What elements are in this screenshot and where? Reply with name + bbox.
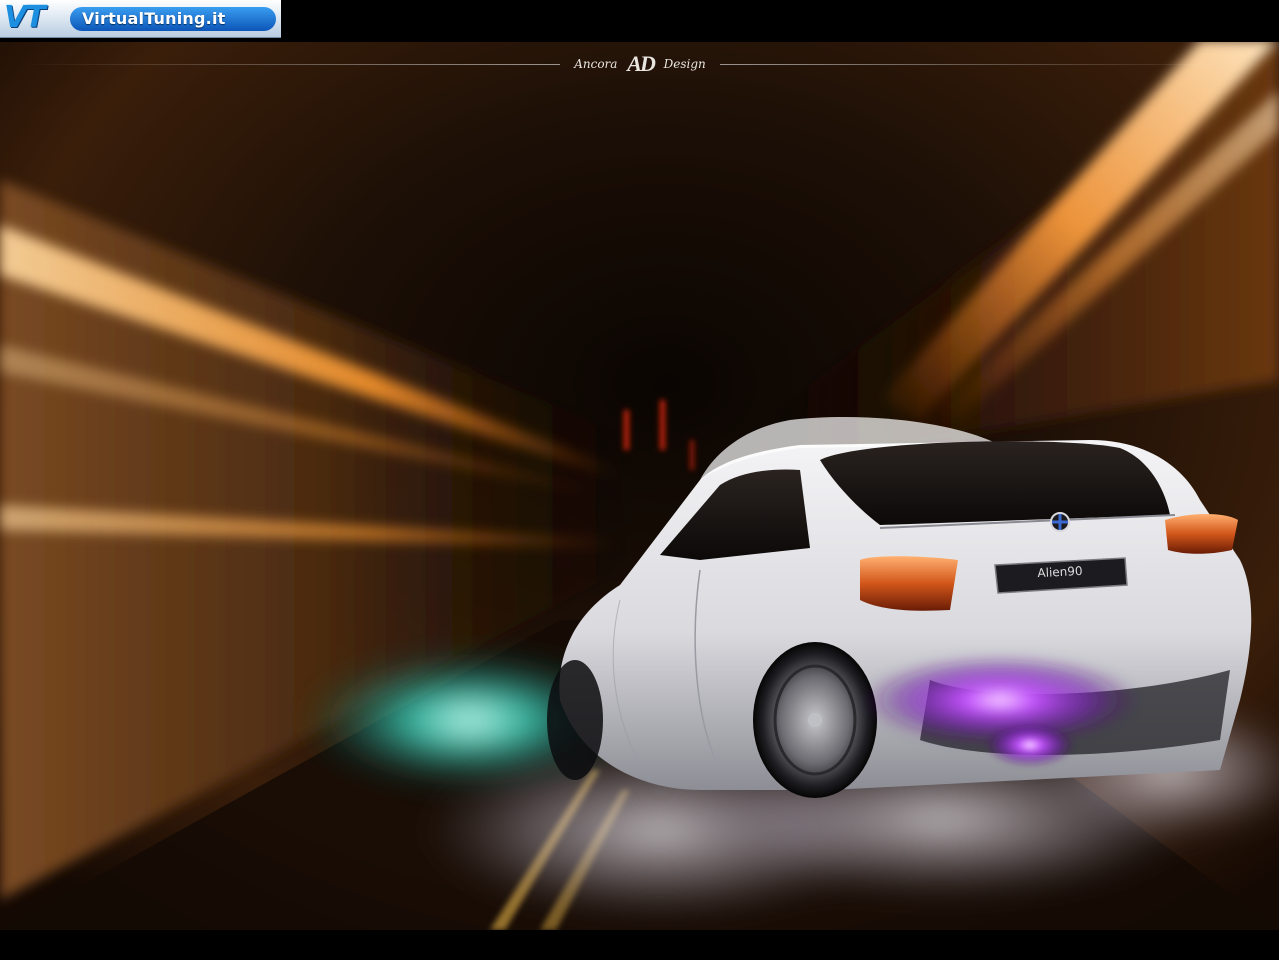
designer-signature: Ancora AD Design xyxy=(560,50,720,78)
virtualtuning-watermark[interactable]: VT VirtualTuning.it xyxy=(0,0,281,38)
car-front-wheel xyxy=(547,660,603,780)
brand-left-word: Ancora xyxy=(574,57,618,71)
car-rear-window xyxy=(820,441,1170,525)
brand-right-word: Design xyxy=(663,57,706,71)
car-right-tail-light xyxy=(1165,514,1238,554)
tunnel-car-scene xyxy=(0,0,1279,960)
wallpaper-frame: VT VirtualTuning.it Ancora AD Design Ali… xyxy=(0,0,1279,960)
car-left-tail-light xyxy=(860,556,958,611)
vt-site-name: VirtualTuning.it xyxy=(70,7,276,31)
brand-rule-left xyxy=(20,64,560,65)
vt-logo-mark: VT xyxy=(4,0,46,35)
exhaust-flare xyxy=(985,723,1075,767)
brand-monogram: AD xyxy=(627,51,656,76)
bottom-letterbox-bar xyxy=(0,930,1279,960)
car-rear-wheel xyxy=(753,642,877,798)
brand-rule-right xyxy=(720,64,1240,65)
